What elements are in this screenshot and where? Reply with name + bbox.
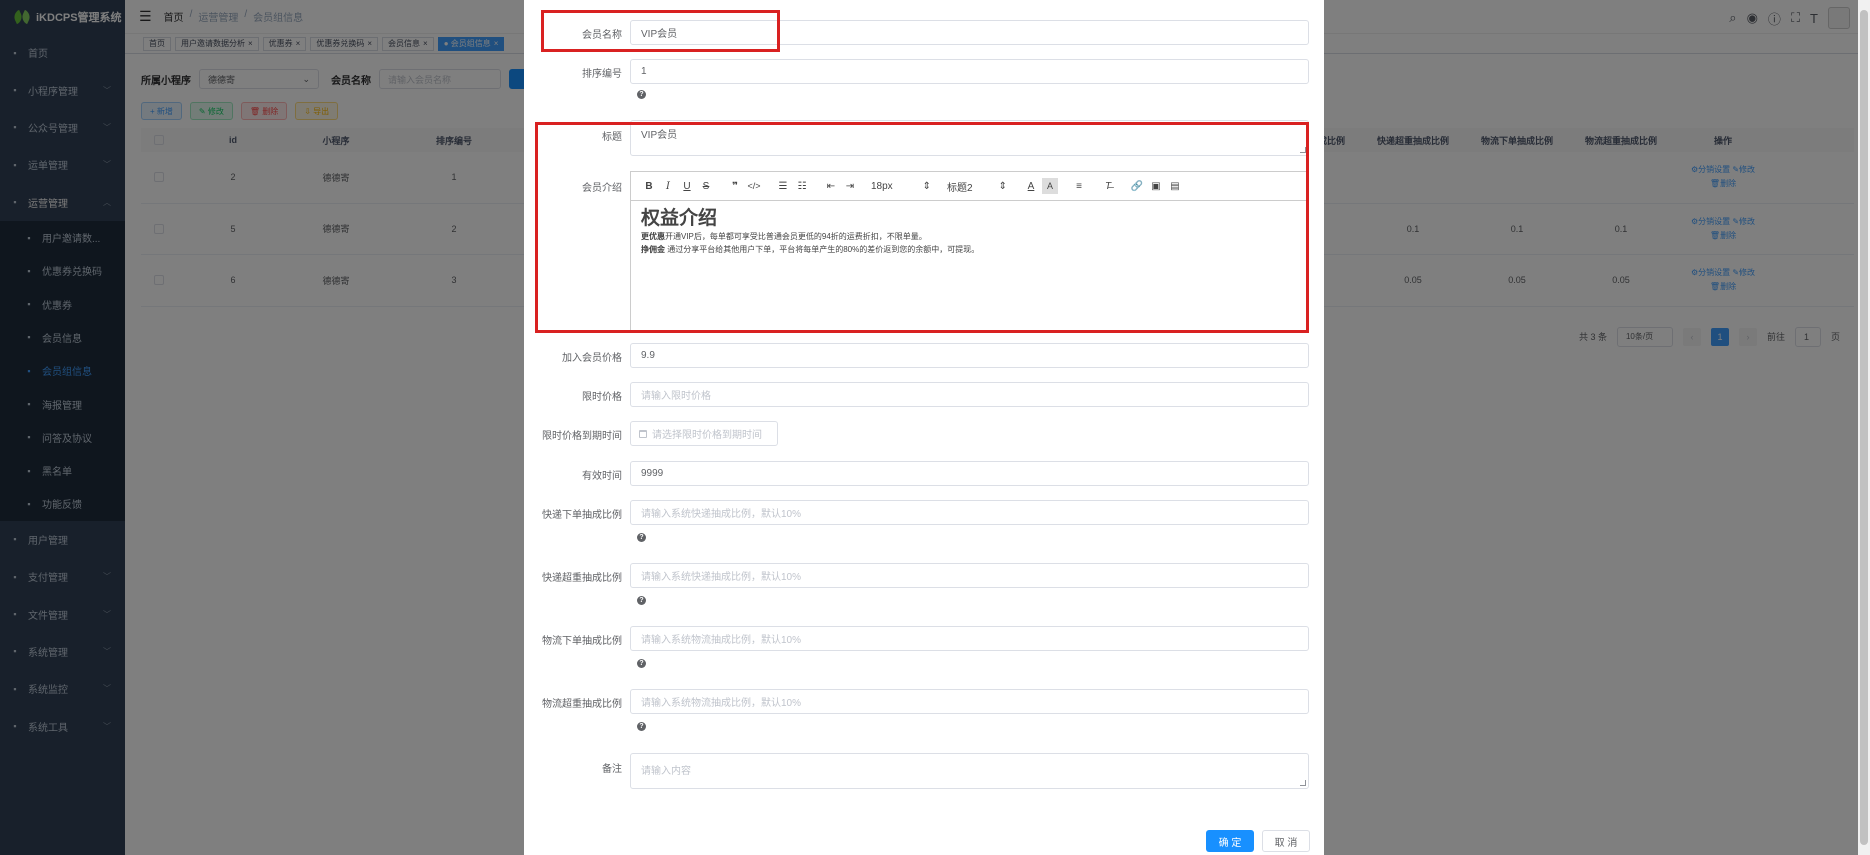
scrollbar-thumb[interactable] — [1860, 10, 1868, 845]
intro-p2-text: 通过分享平台给其他用户下单，平台将每单产生的80%的差价返到您的余额中，可提现。 — [665, 245, 980, 254]
kd-order-input[interactable]: 请输入系统快递抽成比例，默认10% — [630, 500, 1309, 525]
strike-icon[interactable]: S — [698, 178, 714, 194]
intro-paragraph-1: 更优惠开通VIP后，每单都可享受比普通会员更低的94折的运费折扣，不限单量。 — [641, 230, 1298, 243]
valid-time-input[interactable]: 9999 — [630, 461, 1309, 486]
resize-handle[interactable] — [1300, 147, 1306, 153]
member-group-dialog: 会员名称 VIP会员 排序编号 1 ? 标题 VIP会员 会员介绍 B I U … — [524, 0, 1324, 855]
link-icon[interactable]: 🔗 — [1129, 178, 1145, 194]
updown-icon: ⇕ — [998, 180, 1007, 192]
limit-expire-picker[interactable]: 请选择限时价格到期时间 — [630, 421, 778, 446]
title-value: VIP会员 — [641, 130, 678, 141]
underline-icon[interactable]: U — [679, 178, 695, 194]
confirm-button[interactable]: 确 定 — [1206, 830, 1254, 852]
help-icon[interactable]: ? — [637, 659, 646, 668]
wl-order-input[interactable]: 请输入系统物流抽成比例，默认10% — [630, 626, 1309, 651]
intro-p1-bold: 更优惠 — [641, 232, 665, 241]
remark-placeholder: 请输入内容 — [641, 766, 691, 777]
align-icon[interactable]: ≡ — [1071, 178, 1087, 194]
help-icon[interactable]: ? — [637, 90, 646, 99]
bold-icon[interactable]: B — [641, 178, 657, 194]
intro-paragraph-2: 挣佣金 通过分享平台给其他用户下单，平台将每单产生的80%的差价返到您的余额中，… — [641, 243, 1298, 256]
background-color-icon[interactable]: A — [1042, 178, 1058, 194]
help-icon[interactable]: ? — [637, 722, 646, 731]
font-color-icon[interactable]: A — [1023, 178, 1039, 194]
heading-value: 标题2 — [947, 182, 973, 194]
sort-input[interactable]: 1 — [630, 59, 1309, 84]
editor-toolbar: B I U S ❞ </> ☰ ☷ ⇤ ⇥ 18px ⇕ 标题2 ⇕ A A ≡ T… — [631, 172, 1308, 201]
sort-label: 排序编号 — [582, 69, 622, 80]
resize-handle[interactable] — [1300, 780, 1306, 786]
kd-over-input[interactable]: 请输入系统快递抽成比例，默认10% — [630, 563, 1309, 588]
image-icon[interactable]: ▣ — [1148, 178, 1164, 194]
wl-over-label: 物流超重抽成比例 — [542, 699, 622, 710]
bullet-list-icon[interactable]: ☷ — [794, 178, 810, 194]
heading-select[interactable]: 标题2 ⇕ — [947, 179, 1007, 194]
limit-price-input[interactable]: 请输入限时价格 — [630, 382, 1309, 407]
wl-over-input[interactable]: 请输入系统物流抽成比例，默认10% — [630, 689, 1309, 714]
limit-expire-placeholder: 请选择限时价格到期时间 — [652, 430, 762, 441]
rich-text-editor: B I U S ❞ </> ☰ ☷ ⇤ ⇥ 18px ⇕ 标题2 ⇕ A A ≡ T… — [630, 171, 1309, 331]
price-input[interactable]: 9.9 — [630, 343, 1309, 368]
updown-icon: ⇕ — [922, 180, 931, 192]
indent-icon[interactable]: ⇥ — [842, 178, 858, 194]
remark-textarea[interactable]: 请输入内容 — [630, 753, 1309, 789]
wl-order-label: 物流下单抽成比例 — [542, 636, 622, 647]
ordered-list-icon[interactable]: ☰ — [775, 178, 791, 194]
help-icon[interactable]: ? — [637, 596, 646, 605]
font-size-value: 18px — [871, 180, 893, 192]
title-label: 标题 — [602, 132, 622, 143]
italic-icon[interactable]: I — [660, 178, 676, 194]
blockquote-icon[interactable]: ❞ — [727, 178, 743, 194]
title-textarea[interactable]: VIP会员 — [630, 120, 1309, 156]
intro-label: 会员介绍 — [582, 183, 622, 194]
intro-p1-text: 开通VIP后，每单都可享受比普通会员更低的94折的运费折扣，不限单量。 — [665, 232, 927, 241]
code-icon[interactable]: </> — [746, 178, 762, 194]
kd-order-label: 快递下单抽成比例 — [542, 510, 622, 521]
limit-price-label: 限时价格 — [582, 392, 622, 403]
outdent-icon[interactable]: ⇤ — [823, 178, 839, 194]
intro-heading: 权益介绍 — [641, 208, 718, 229]
help-icon[interactable]: ? — [637, 533, 646, 542]
limit-expire-label: 限时价格到期时间 — [542, 431, 622, 442]
calendar-icon — [639, 429, 647, 438]
member-name-input[interactable]: VIP会员 — [630, 20, 1309, 45]
remark-label: 备注 — [602, 764, 622, 775]
member-name-label: 会员名称 — [582, 30, 622, 41]
intro-p2-bold: 挣佣金 — [641, 245, 665, 254]
page-scrollbar[interactable] — [1858, 0, 1870, 855]
valid-time-label: 有效时间 — [582, 471, 622, 482]
price-label: 加入会员价格 — [562, 353, 622, 364]
kd-over-label: 快递超重抽成比例 — [542, 573, 622, 584]
editor-content[interactable]: 权益介绍 更优惠开通VIP后，每单都可享受比普通会员更低的94折的运费折扣，不限… — [631, 201, 1308, 263]
video-icon[interactable]: ▤ — [1167, 178, 1183, 194]
cancel-button[interactable]: 取 消 — [1262, 830, 1310, 852]
font-size-select[interactable]: 18px ⇕ — [871, 181, 931, 192]
clear-format-icon[interactable]: T̶ — [1100, 178, 1116, 194]
